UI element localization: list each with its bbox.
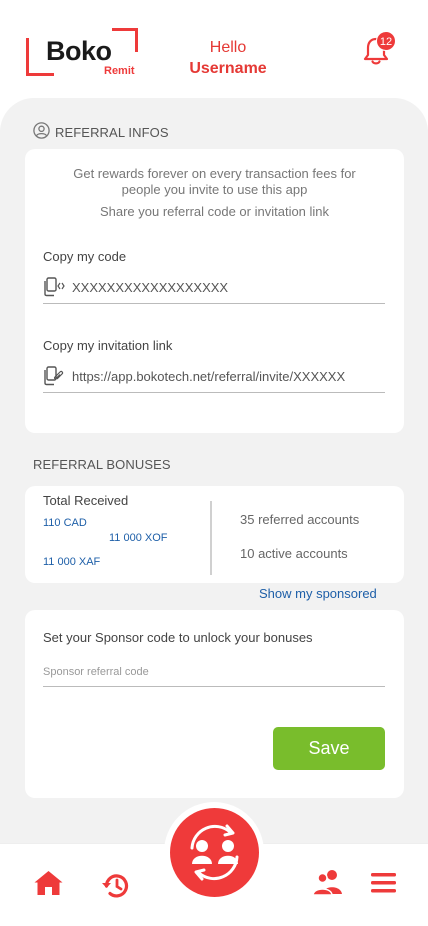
user-circle-icon bbox=[33, 122, 50, 142]
sponsor-code-input[interactable] bbox=[43, 657, 385, 687]
referred-accounts: 35 referred accounts bbox=[240, 512, 360, 527]
referral-bonuses-title: REFERRAL BONUSES bbox=[33, 457, 171, 472]
history-icon[interactable] bbox=[101, 872, 131, 905]
referral-exchange-icon bbox=[190, 824, 239, 881]
referral-description-line1: Get rewards forever on every transaction… bbox=[73, 166, 356, 181]
app-header: Boko Remit Hello Username 12 bbox=[0, 0, 428, 98]
referral-infos-card: Get rewards forever on every transaction… bbox=[25, 149, 404, 433]
copy-code-field[interactable]: XXXXXXXXXXXXXXXXXX bbox=[43, 274, 385, 304]
copy-link-label: Copy my invitation link bbox=[43, 338, 173, 353]
bonuses-divider bbox=[210, 501, 212, 575]
logo-word: Boko bbox=[46, 36, 112, 66]
copy-code-icon[interactable] bbox=[43, 277, 65, 302]
invitation-link-value: https://app.bokotech.net/referral/invite… bbox=[72, 369, 346, 384]
boko-remit-logo: Boko Remit bbox=[26, 28, 140, 78]
greeting: Hello Username bbox=[160, 38, 296, 80]
logo-subtitle: Remit bbox=[104, 65, 135, 77]
amount-xof: 11 000 XOF bbox=[109, 532, 168, 544]
referral-bonuses-card: Total Received 110 CAD 11 000 XOF 11 000… bbox=[25, 486, 404, 583]
active-accounts: 10 active accounts bbox=[240, 546, 348, 561]
copy-code-label: Copy my code bbox=[43, 249, 127, 264]
referral-code-value: XXXXXXXXXXXXXXXXXX bbox=[72, 280, 229, 295]
home-icon[interactable] bbox=[33, 869, 64, 901]
save-button[interactable]: Save bbox=[273, 727, 385, 770]
amount-xaf: 11 000 XAF bbox=[43, 556, 101, 568]
users-icon[interactable] bbox=[312, 868, 344, 901]
greeting-hello: Hello bbox=[209, 39, 247, 56]
total-received-label: Total Received bbox=[43, 493, 129, 508]
copy-link-icon[interactable] bbox=[43, 366, 65, 391]
copy-link-field[interactable]: https://app.bokotech.net/referral/invite… bbox=[43, 363, 385, 393]
menu-icon[interactable] bbox=[370, 872, 397, 899]
sponsor-card: Set your Sponsor code to unlock your bon… bbox=[25, 610, 404, 798]
sponsor-title: Set your Sponsor code to unlock your bon… bbox=[43, 630, 313, 645]
referral-infos-title: REFERRAL INFOS bbox=[55, 125, 169, 140]
referral-exchange-button[interactable] bbox=[170, 808, 259, 897]
amount-cad: 110 CAD bbox=[43, 517, 87, 529]
notification-badge: 12 bbox=[376, 31, 396, 51]
greeting-username: Username bbox=[189, 60, 267, 77]
referral-infos-heading: REFERRAL INFOS bbox=[33, 122, 169, 142]
show-sponsored-link[interactable]: Show my sponsored bbox=[259, 586, 377, 601]
notifications-button[interactable]: 12 bbox=[362, 31, 396, 66]
referral-share-text: Share you referral code or invitation li… bbox=[99, 204, 330, 219]
referral-description-line2: people you invite to use this app bbox=[121, 182, 308, 197]
